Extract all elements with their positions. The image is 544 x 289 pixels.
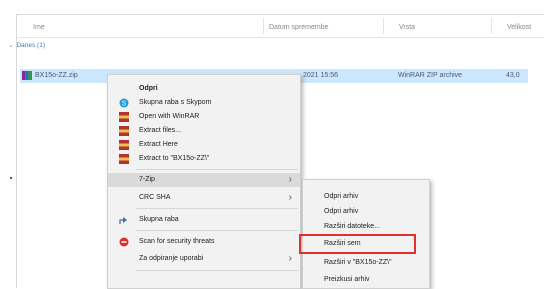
menu-item-label: CRC SHA bbox=[139, 194, 171, 201]
chevron-right-icon: › bbox=[288, 192, 292, 203]
cursor-dot bbox=[10, 177, 12, 179]
menu-separator bbox=[136, 230, 298, 231]
menu-item-open[interactable]: Odpri bbox=[108, 82, 300, 96]
menu-item-label: Skupna raba bbox=[139, 216, 179, 223]
column-header-bar: Ime Datum spremembe Vrsta Velikost bbox=[17, 15, 544, 38]
menu-item-label: Odpri bbox=[139, 85, 158, 92]
menu-item-7zip[interactable]: 7-Zip › bbox=[108, 173, 300, 187]
menu-item-label: Odpri arhiv bbox=[324, 208, 359, 215]
menu-item-label: Scan for security threats bbox=[139, 238, 215, 245]
menu-item-label: Preizkusi arhiv bbox=[324, 276, 370, 283]
menu-item-label: Skupna raba s Skypom bbox=[139, 99, 212, 106]
menu-item-scan-threats[interactable]: Scan for security threats bbox=[108, 235, 300, 249]
menu-item-label: Open with WinRAR bbox=[139, 113, 200, 120]
menu-item-extract-to[interactable]: Extract to "BX15o-ZZ\" bbox=[108, 152, 300, 166]
file-name: BX15o-ZZ.zip bbox=[35, 72, 78, 79]
column-header-size[interactable]: Velikost bbox=[507, 24, 531, 31]
submenu-item-extract-files[interactable]: Razširi datoteke... bbox=[303, 220, 429, 234]
menu-item-label: Extract files... bbox=[139, 127, 182, 134]
column-header-date[interactable]: Datum spremembe bbox=[269, 24, 329, 31]
menu-item-label: Za odpiranje uporabi bbox=[139, 255, 204, 262]
column-divider[interactable] bbox=[383, 18, 384, 34]
column-header-type[interactable]: Vrsta bbox=[399, 24, 415, 31]
chevron-right-icon: › bbox=[288, 174, 292, 185]
submenu-item-test-archive[interactable]: Preizkusi arhiv bbox=[303, 273, 429, 287]
menu-item-label: Razširi v "BX15o-ZZ\" bbox=[324, 259, 392, 266]
svg-text:S: S bbox=[122, 101, 127, 108]
column-divider[interactable] bbox=[263, 18, 264, 34]
share-icon bbox=[119, 217, 127, 224]
winrar-icon bbox=[119, 154, 129, 164]
menu-item-open-with[interactable]: Za odpiranje uporabi › bbox=[108, 252, 300, 266]
menu-separator bbox=[136, 270, 298, 271]
file-type: WinRAR ZIP archive bbox=[398, 72, 463, 79]
group-header-today[interactable]: ⌄ Danes (1) bbox=[8, 41, 45, 49]
chevron-right-icon: › bbox=[288, 253, 292, 264]
winrar-icon bbox=[119, 126, 129, 136]
chevron-down-icon: ⌄ bbox=[8, 42, 14, 49]
submenu-item-open-archive-2[interactable]: Odpri arhiv bbox=[303, 205, 429, 219]
security-icon bbox=[119, 237, 129, 247]
winrar-archive-icon bbox=[22, 71, 32, 80]
winrar-icon bbox=[119, 112, 129, 122]
menu-item-label: Extract to "BX15o-ZZ\" bbox=[139, 155, 210, 162]
submenu-item-open-archive[interactable]: Odpri arhiv bbox=[303, 190, 429, 204]
menu-separator bbox=[136, 208, 298, 209]
submenu-item-extract-to[interactable]: Razširi v "BX15o-ZZ\" bbox=[303, 256, 429, 270]
menu-item-share[interactable]: Skupna raba bbox=[108, 213, 300, 227]
menu-item-label: Razširi datoteke... bbox=[324, 223, 381, 230]
menu-item-label: Extract Here bbox=[139, 141, 178, 148]
menu-item-share-skype[interactable]: S Skupna raba s Skypom bbox=[108, 96, 300, 110]
menu-item-extract-here[interactable]: Extract Here bbox=[108, 138, 300, 152]
menu-item-label: 7-Zip bbox=[139, 176, 155, 183]
column-divider[interactable] bbox=[491, 18, 492, 34]
context-menu: Odpri S Skupna raba s Skypom Open with W… bbox=[107, 74, 301, 289]
file-date: 2021 15:56 bbox=[303, 72, 339, 79]
winrar-icon bbox=[119, 140, 129, 150]
menu-item-crc-sha[interactable]: CRC SHA › bbox=[108, 191, 300, 205]
highlight-box-extract-here bbox=[299, 234, 416, 254]
menu-separator bbox=[136, 169, 298, 170]
column-header-name[interactable]: Ime bbox=[33, 24, 45, 31]
skype-icon: S bbox=[119, 98, 129, 108]
menu-item-open-winrar[interactable]: Open with WinRAR bbox=[108, 110, 300, 124]
group-label: Danes (1) bbox=[16, 42, 45, 49]
menu-item-extract-files[interactable]: Extract files... bbox=[108, 124, 300, 138]
menu-item-label: Odpri arhiv bbox=[324, 193, 359, 200]
file-size: 43,0 bbox=[506, 72, 520, 79]
